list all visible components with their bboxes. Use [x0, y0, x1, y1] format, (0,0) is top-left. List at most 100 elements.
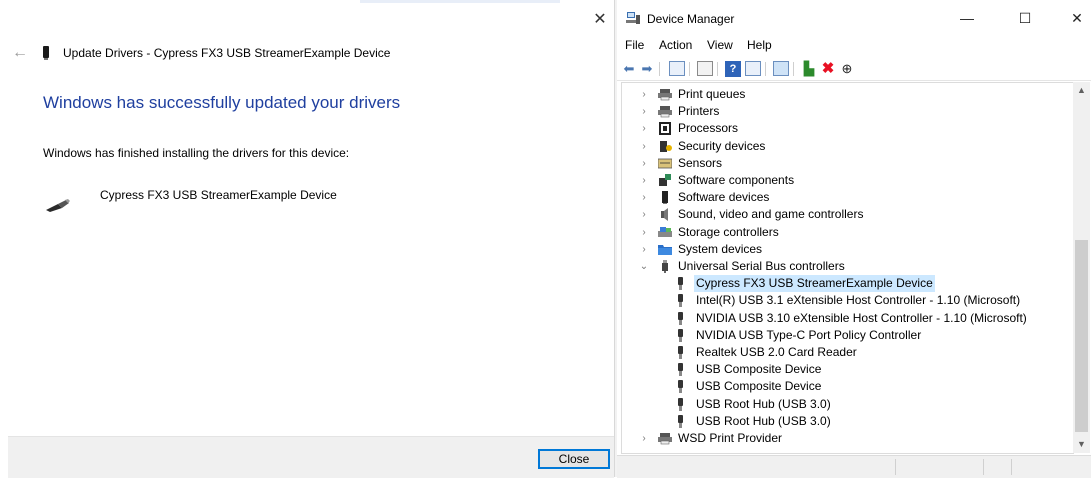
- expand-chevron-icon[interactable]: ›: [638, 241, 650, 258]
- tree-category[interactable]: › System devices: [622, 241, 1074, 258]
- tree-device-label: Realtek USB 2.0 Card Reader: [696, 345, 857, 359]
- toolbar-separator: [765, 62, 766, 76]
- close-button[interactable]: Close: [538, 449, 610, 469]
- usb-plug-icon: [678, 328, 683, 342]
- tree-category[interactable]: › Software devices: [622, 189, 1074, 206]
- scroll-thumb[interactable]: [1075, 240, 1088, 432]
- vertical-scrollbar[interactable]: ▲ ▼: [1073, 82, 1090, 453]
- toolbar-separator: [689, 62, 690, 76]
- sensor-icon: [658, 158, 672, 169]
- device-manager-window: Device Manager — ☐ ✕ File Action View He…: [617, 0, 1091, 478]
- scroll-down-icon[interactable]: ▼: [1073, 436, 1090, 453]
- back-arrow-icon[interactable]: ⬅: [621, 61, 637, 77]
- tree-category[interactable]: › Security devices: [622, 138, 1074, 155]
- printer-icon: [658, 433, 672, 445]
- collapse-chevron-icon[interactable]: ⌄: [638, 258, 650, 275]
- tree-category[interactable]: › Sensors: [622, 155, 1074, 172]
- usb-plug-icon: [678, 380, 683, 394]
- show-hidden-icon[interactable]: [697, 61, 713, 76]
- tree-device-label: Intel(R) USB 3.1 eXtensible Host Control…: [696, 293, 1021, 308]
- expand-chevron-icon[interactable]: ›: [638, 120, 650, 137]
- tree-category[interactable]: › Processors: [622, 120, 1074, 137]
- storage-icon: [658, 226, 672, 237]
- monitor-icon[interactable]: [773, 61, 789, 76]
- tree-category-label: Storage controllers: [678, 224, 779, 239]
- tree-category[interactable]: › Storage controllers: [622, 224, 1074, 241]
- forward-arrow-icon[interactable]: ➡: [639, 61, 655, 77]
- device-name: Cypress FX3 USB StreamerExample Device: [100, 188, 337, 202]
- device-tree: › Print queues › Printers › Processors › Securi…: [621, 82, 1074, 454]
- usb-plug-icon: [678, 277, 683, 291]
- expand-chevron-icon[interactable]: ›: [638, 430, 650, 447]
- tree-category-label: Universal Serial Bus controllers: [678, 259, 845, 273]
- usb-icon: [662, 260, 668, 273]
- puzzle-icon: [659, 174, 671, 186]
- expand-chevron-icon[interactable]: ›: [638, 103, 650, 120]
- dialog-title: Update Drivers - Cypress FX3 USB Streame…: [63, 46, 391, 60]
- speaker-icon: [661, 208, 668, 222]
- tree-category-usb-controllers[interactable]: ⌄ Universal Serial Bus controllers: [622, 258, 1074, 275]
- dialog-footer: Close: [8, 436, 614, 478]
- minimize-icon[interactable]: —: [957, 8, 977, 28]
- title-bar[interactable]: Device Manager — ☐ ✕: [617, 0, 1091, 36]
- printer-icon: [658, 89, 672, 101]
- usb-cable-icon: [46, 199, 70, 212]
- device-manager-icon: [626, 12, 640, 24]
- tree-device-label: USB Composite Device: [696, 379, 822, 394]
- tree-category[interactable]: › Sound, video and game controllers: [622, 206, 1074, 223]
- expand-chevron-icon[interactable]: ›: [638, 206, 650, 223]
- help-icon[interactable]: ?: [725, 61, 741, 77]
- usb-plug-icon: [678, 346, 683, 359]
- menu-view[interactable]: View: [707, 38, 733, 52]
- tree-category-label: Processors: [678, 121, 739, 136]
- back-arrow-icon[interactable]: ←: [12, 45, 28, 61]
- usb-plug-icon: [678, 311, 683, 325]
- expand-chevron-icon[interactable]: ›: [638, 155, 650, 172]
- usb-plug-icon: [678, 414, 683, 428]
- status-description: Windows has finished installing the driv…: [43, 146, 350, 160]
- tree-device-label: NVIDIA USB Type-C Port Policy Controller: [696, 327, 922, 342]
- expand-chevron-icon[interactable]: ›: [638, 86, 650, 103]
- tree-device-label: USB Composite Device: [696, 362, 822, 377]
- properties-icon[interactable]: [669, 61, 685, 76]
- tree-category-label: Sound, video and game controllers: [678, 207, 864, 222]
- security-device-icon: [660, 140, 672, 152]
- menu-action[interactable]: Action: [659, 38, 692, 52]
- download-icon[interactable]: ⊕: [839, 61, 855, 77]
- update-driver-icon[interactable]: ▙: [801, 61, 817, 77]
- usb-plug-icon: [678, 363, 683, 377]
- close-icon[interactable]: ✕: [592, 12, 608, 28]
- tree-category[interactable]: › Software components: [622, 172, 1074, 189]
- menu-file[interactable]: File: [625, 38, 644, 52]
- tree-device-label: Cypress FX3 USB StreamerExample Device: [694, 275, 935, 293]
- tree-category[interactable]: › Printers: [622, 103, 1074, 120]
- success-heading: Windows has successfully updated your dr…: [43, 93, 401, 112]
- tree-category-label: Printers: [678, 104, 720, 119]
- toolbar-separator: [793, 62, 794, 76]
- tree-category-label: WSD Print Provider: [678, 431, 783, 445]
- tree-category-label: System devices: [678, 241, 763, 256]
- tree-category[interactable]: › WSD Print Provider: [622, 430, 1074, 447]
- expand-chevron-icon[interactable]: ›: [638, 189, 650, 206]
- folder-icon: [658, 244, 672, 255]
- scroll-up-icon[interactable]: ▲: [1073, 82, 1090, 99]
- uninstall-icon[interactable]: ✖: [820, 61, 836, 77]
- tree-category-label: Print queues: [678, 87, 746, 101]
- close-icon[interactable]: ✕: [1067, 8, 1087, 28]
- expand-chevron-icon[interactable]: ›: [638, 138, 650, 155]
- menu-help[interactable]: Help: [747, 38, 772, 52]
- maximize-icon[interactable]: ☐: [1015, 8, 1035, 28]
- tree-category[interactable]: › Print queues: [622, 86, 1074, 103]
- status-separator: [1011, 459, 1012, 475]
- console-tree-icon[interactable]: [745, 61, 761, 76]
- printer-icon: [658, 106, 672, 118]
- status-separator: [983, 459, 984, 475]
- update-drivers-dialog: ✕ ← Update Drivers - Cypress FX3 USB Str…: [0, 0, 614, 478]
- toolbar: ⬅ ➡ ? ▙ ✖ ⊕: [617, 58, 1091, 81]
- usb-plug-icon: [678, 397, 683, 411]
- expand-chevron-icon[interactable]: ›: [638, 224, 650, 241]
- tree-category-label: Security devices: [678, 138, 766, 153]
- expand-chevron-icon[interactable]: ›: [638, 172, 650, 189]
- toolbar-separator: [659, 62, 660, 76]
- menu-bar: File Action View Help: [617, 38, 1091, 56]
